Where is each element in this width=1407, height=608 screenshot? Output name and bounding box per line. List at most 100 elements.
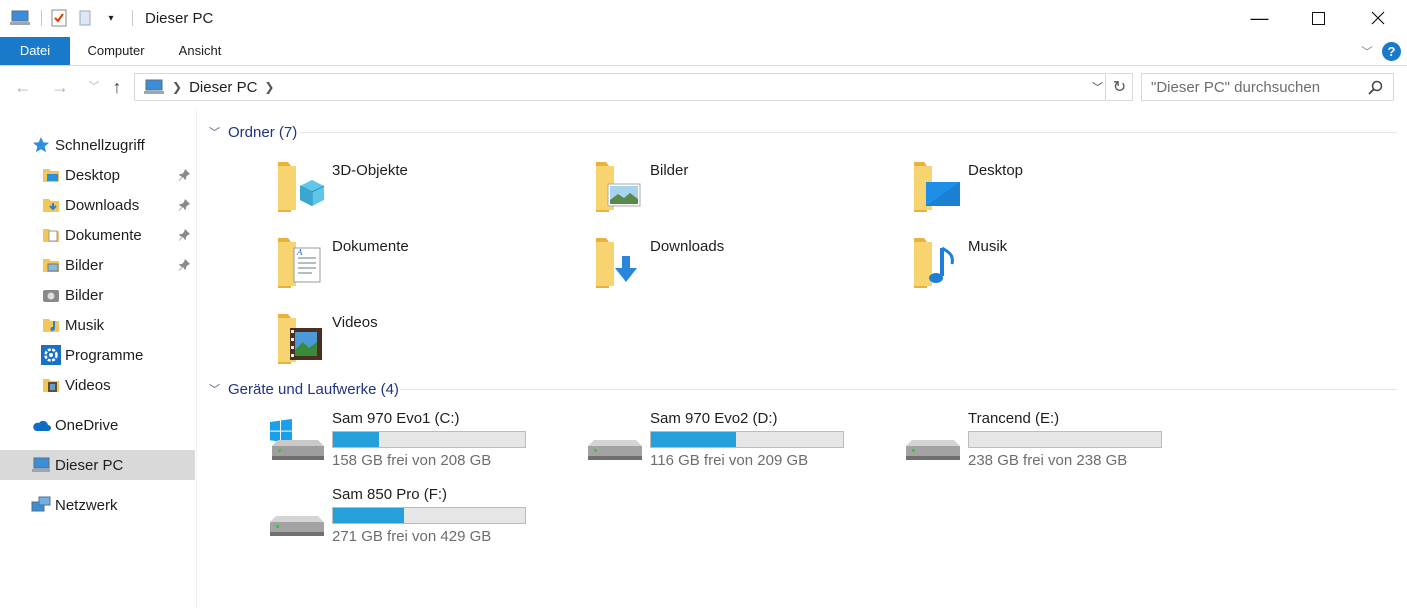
- this-pc-icon: [31, 455, 51, 475]
- tab-ansicht[interactable]: Ansicht: [168, 37, 232, 65]
- help-icon[interactable]: ?: [1382, 41, 1401, 61]
- sidebar-item-downloads[interactable]: Downloads: [0, 190, 195, 220]
- search-box[interactable]: [1141, 73, 1394, 101]
- sidebar-item-label: Bilder: [65, 286, 104, 304]
- folder-tile-pictures[interactable]: Bilder: [594, 162, 894, 226]
- pin-icon[interactable]: [178, 168, 190, 185]
- up-button[interactable]: ↑: [107, 77, 127, 97]
- folder-tile-downloads[interactable]: Downloads: [594, 238, 894, 302]
- address-dropdown-icon[interactable]: ﹀: [1092, 79, 1103, 95]
- search-icon[interactable]: [1368, 80, 1383, 99]
- customize-toolbar-dropdown-icon[interactable]: ▾: [100, 7, 122, 29]
- folder-tile-desktop[interactable]: Desktop: [912, 162, 1212, 226]
- sidebar-item-programs[interactable]: Programme: [0, 340, 195, 370]
- sidebar-item-label: Videos: [65, 376, 111, 394]
- this-pc-icon: [143, 78, 165, 96]
- forward-button[interactable]: →: [50, 77, 70, 97]
- folder-tile-videos[interactable]: Videos: [276, 314, 576, 378]
- collapse-chevron-icon[interactable]: ﹀: [209, 124, 220, 140]
- collapse-chevron-icon[interactable]: ﹀: [209, 381, 220, 397]
- hard-drive-icon: [270, 492, 326, 538]
- refresh-button[interactable]: ↻: [1107, 73, 1133, 101]
- drive-usage-fill: [651, 432, 737, 447]
- sidebar-item-quick-access[interactable]: Schnellzugriff: [0, 130, 195, 160]
- ribbon-tabs: Datei Computer Ansicht ﹀ ?: [0, 37, 1407, 66]
- drive-tile-d[interactable]: Sam 970 Evo2 (D:) 116 GB frei von 209 GB: [588, 410, 888, 478]
- documents-folder-icon: [41, 225, 61, 245]
- close-button[interactable]: [1348, 0, 1407, 36]
- svg-text:A: A: [296, 248, 303, 257]
- sidebar-item-label: Bilder: [65, 256, 104, 274]
- new-folder-icon[interactable]: [74, 7, 96, 29]
- expand-ribbon-icon[interactable]: ﹀: [1356, 43, 1378, 60]
- sidebar-item-music[interactable]: Musik: [0, 310, 195, 340]
- pictures-folder-icon: [594, 162, 644, 220]
- drive-usage-fill: [333, 508, 404, 523]
- folders-group-header[interactable]: ﹀ Ordner (7): [209, 122, 297, 142]
- group-title: Geräte und Laufwerke (4): [228, 380, 399, 398]
- sidebar-item-desktop[interactable]: Desktop: [0, 160, 195, 190]
- drive-name: Sam 970 Evo1 (C:): [332, 410, 460, 427]
- videos-folder-icon: [41, 375, 61, 395]
- breadcrumb-chevron-icon[interactable]: ❯: [264, 80, 274, 94]
- folder-tile-documents[interactable]: A Dokumente: [276, 238, 576, 302]
- cloud-icon: [31, 415, 51, 435]
- camera-roll-icon: [41, 285, 61, 305]
- folder-tile-music[interactable]: Musik: [912, 238, 1212, 302]
- pin-icon[interactable]: [178, 198, 190, 215]
- pin-icon[interactable]: [178, 228, 190, 245]
- this-pc-icon[interactable]: [9, 7, 31, 29]
- documents-folder-icon: A: [276, 238, 326, 296]
- group-divider: [400, 389, 1397, 390]
- sidebar-item-label: Musik: [65, 316, 105, 334]
- sidebar-item-onedrive[interactable]: OneDrive: [0, 410, 195, 440]
- gear-icon: [41, 345, 61, 365]
- sidebar-item-pictures-pinned[interactable]: Bilder: [0, 250, 195, 280]
- search-input[interactable]: [1151, 78, 1361, 96]
- minimize-button[interactable]: —: [1230, 0, 1289, 36]
- title-bar: ▾ Dieser PC —: [0, 0, 1407, 36]
- drive-usage-fill: [333, 432, 380, 447]
- drive-usage-bar: [968, 431, 1162, 448]
- pin-icon[interactable]: [178, 258, 190, 275]
- breadcrumb-chevron-icon[interactable]: ❯: [172, 80, 182, 94]
- sidebar-item-videos[interactable]: Videos: [0, 370, 195, 400]
- maximize-button[interactable]: [1289, 0, 1348, 36]
- videos-folder-icon: [276, 314, 326, 372]
- tab-datei[interactable]: Datei: [0, 37, 70, 65]
- sidebar-item-pictures[interactable]: Bilder: [0, 280, 195, 310]
- downloads-folder-icon: [41, 195, 61, 215]
- navigation-pane: Schnellzugriff Desktop Downloads Dokumen…: [0, 110, 197, 608]
- sidebar-item-documents[interactable]: Dokumente: [0, 220, 195, 250]
- folder-name: Musik: [968, 238, 1008, 255]
- back-button[interactable]: ←: [13, 77, 33, 97]
- sidebar-item-network[interactable]: Netzwerk: [0, 490, 195, 520]
- group-divider: [300, 132, 1397, 133]
- downloads-folder-icon: [594, 238, 644, 296]
- sidebar-item-label: Schnellzugriff: [55, 136, 145, 154]
- star-icon: [31, 135, 51, 155]
- folder-name: 3D-Objekte: [332, 162, 408, 179]
- drive-tile-c[interactable]: Sam 970 Evo1 (C:) 158 GB frei von 208 GB: [270, 410, 570, 478]
- address-bar[interactable]: ❯ Dieser PC ❯ ﹀: [134, 73, 1106, 101]
- sidebar-item-this-pc[interactable]: Dieser PC: [0, 450, 195, 480]
- properties-icon[interactable]: [48, 7, 70, 29]
- folder-tile-3d-objects[interactable]: 3D-Objekte: [276, 162, 576, 226]
- hard-drive-icon: [588, 416, 644, 462]
- breadcrumb-location[interactable]: Dieser PC: [189, 79, 257, 96]
- sidebar-item-label: OneDrive: [55, 416, 119, 434]
- tab-computer[interactable]: Computer: [78, 37, 154, 65]
- sidebar-item-label: Downloads: [65, 196, 140, 214]
- sidebar-item-label: Netzwerk: [55, 496, 118, 514]
- pictures-folder-icon: [41, 255, 61, 275]
- drive-free-space: 271 GB frei von 429 GB: [332, 528, 492, 545]
- drive-usage-bar: [332, 507, 526, 524]
- recent-locations-icon[interactable]: ﹀: [84, 77, 104, 97]
- music-folder-icon: [912, 238, 962, 296]
- folder-name: Downloads: [650, 238, 725, 255]
- drives-group-header[interactable]: ﹀ Geräte und Laufwerke (4): [209, 379, 399, 399]
- sidebar-item-label: Dieser PC: [55, 456, 124, 474]
- drive-tile-e[interactable]: Trancend (E:) 238 GB frei von 238 GB: [906, 410, 1206, 478]
- folder-name: Bilder: [650, 162, 689, 179]
- drive-tile-f[interactable]: Sam 850 Pro (F:) 271 GB frei von 429 GB: [270, 486, 570, 554]
